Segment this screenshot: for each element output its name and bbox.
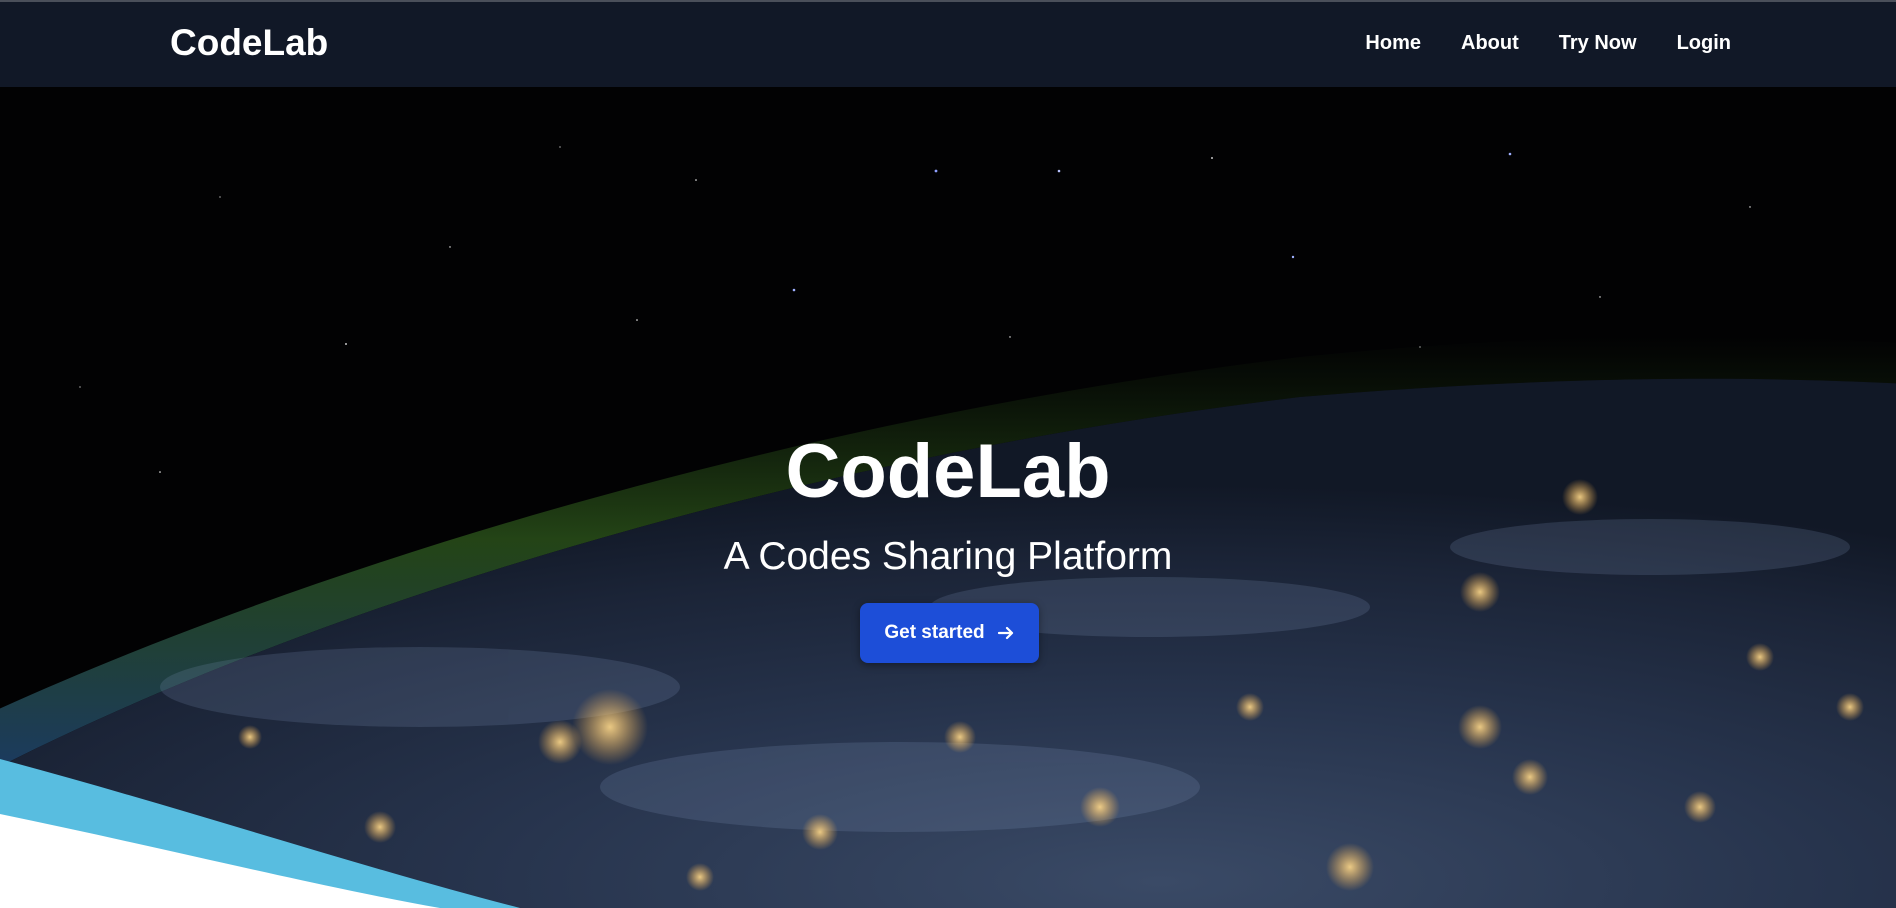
- navbar: CodeLab Home About Try Now Login: [0, 2, 1896, 87]
- nav-link-about[interactable]: About: [1461, 32, 1519, 55]
- hero-subtitle: A Codes Sharing Platform: [723, 535, 1173, 578]
- arrow-right-icon: [997, 626, 1013, 640]
- brand-logo[interactable]: CodeLab: [170, 22, 328, 64]
- hero-section: CodeLab A Codes Sharing Platform Get sta…: [0, 87, 1896, 908]
- nav-link-try-now[interactable]: Try Now: [1559, 32, 1637, 55]
- nav-link-login[interactable]: Login: [1677, 32, 1731, 55]
- get-started-label: Get started: [884, 622, 985, 643]
- hero-content: CodeLab A Codes Sharing Platform Get sta…: [0, 87, 1896, 908]
- hero-title: CodeLab: [785, 429, 1111, 514]
- nav-link-home[interactable]: Home: [1365, 32, 1421, 55]
- nav-links: Home About Try Now Login: [1365, 32, 1731, 55]
- get-started-button[interactable]: Get started: [860, 603, 1039, 663]
